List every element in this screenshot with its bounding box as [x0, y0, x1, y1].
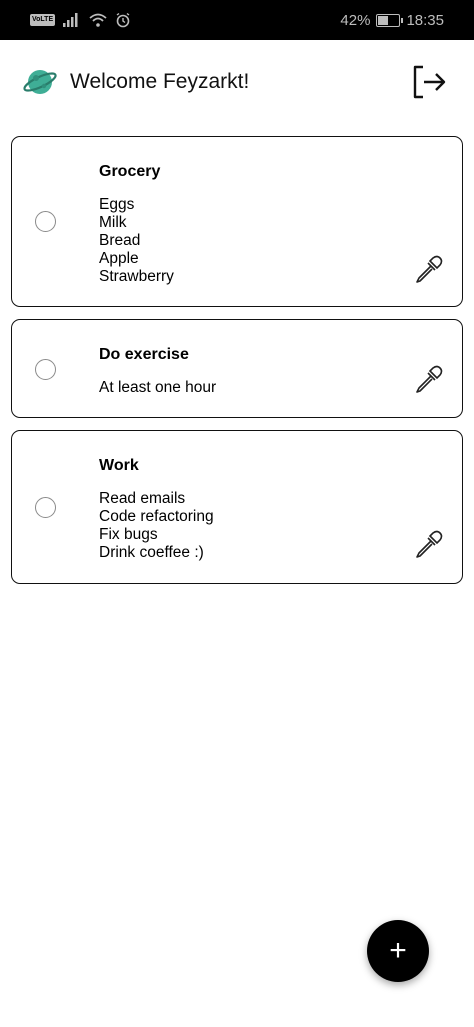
todo-line: Eggs	[99, 196, 135, 213]
battery-percent: 42%	[340, 11, 371, 29]
todo-line: Code refactoring	[99, 508, 214, 525]
app-header: Welcome Feyzarkt!	[0, 40, 474, 124]
todo-line: Apple	[99, 250, 139, 267]
volte-badge: VoLTE	[30, 14, 56, 26]
battery-icon	[376, 13, 404, 27]
todo-lines: Read emails Code refactoring Fix bugs Dr…	[99, 490, 214, 562]
todo-lines: At least one hour	[99, 379, 216, 397]
todo-card: Grocery Eggs Milk Bread Apple Strawberry	[11, 136, 463, 307]
edit-dropper-icon[interactable]	[413, 255, 443, 285]
todo-title: Do exercise	[99, 346, 189, 363]
plus-icon: +	[389, 934, 407, 967]
todo-line: Fix bugs	[99, 526, 158, 543]
signal-icon	[63, 13, 81, 27]
todo-line: Read emails	[99, 490, 186, 507]
todo-title: Grocery	[99, 163, 161, 180]
complete-radio[interactable]	[35, 497, 56, 518]
add-todo-button[interactable]: +	[367, 920, 429, 982]
wifi-icon	[89, 13, 107, 27]
edit-dropper-icon[interactable]	[413, 530, 443, 560]
alarm-icon	[115, 12, 131, 28]
complete-radio[interactable]	[35, 211, 56, 232]
logout-icon[interactable]	[410, 63, 448, 101]
edit-dropper-icon[interactable]	[413, 365, 443, 395]
todo-line: At least one hour	[99, 379, 217, 396]
todo-title: Work	[99, 457, 139, 474]
todo-line: Strawberry	[99, 268, 174, 285]
todo-line: Drink coeffee :)	[99, 544, 204, 561]
todo-line: Bread	[99, 232, 141, 249]
todo-card: Do exercise At least one hour	[11, 319, 463, 418]
welcome-title: Welcome Feyzarkt!	[70, 70, 250, 93]
todo-line: Milk	[99, 214, 127, 231]
todo-lines: Eggs Milk Bread Apple Strawberry	[99, 196, 174, 286]
clock: 18:35	[406, 11, 444, 29]
todo-card: Work Read emails Code refactoring Fix bu…	[11, 430, 463, 584]
planet-icon	[22, 66, 58, 98]
complete-radio[interactable]	[35, 359, 56, 380]
battery-fill	[378, 15, 388, 25]
status-bar: VoLTE 42% 18:35	[0, 0, 474, 40]
status-left: VoLTE	[30, 12, 131, 28]
status-right: 42% 18:35	[340, 12, 444, 29]
